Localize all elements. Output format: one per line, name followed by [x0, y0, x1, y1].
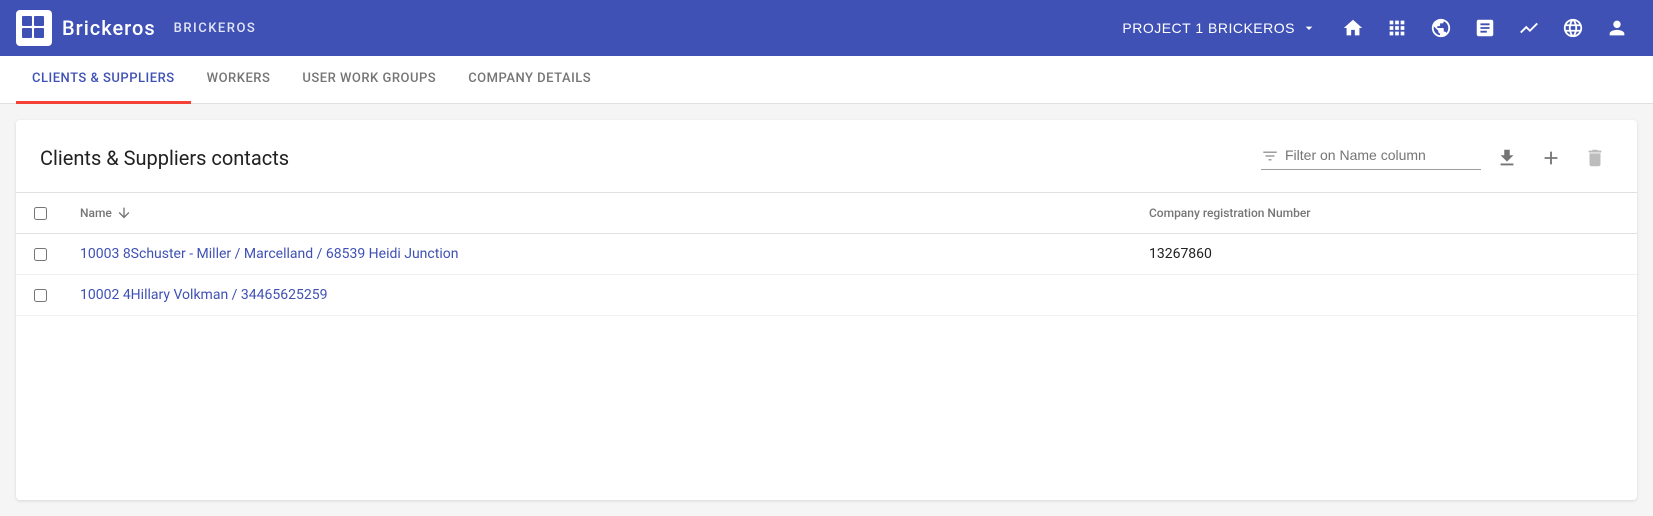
filter-input[interactable]	[1285, 147, 1465, 163]
app-name: BRICKEROS	[174, 21, 257, 36]
row-1-checkbox[interactable]	[34, 248, 47, 261]
logo-text: Brickeros	[62, 16, 156, 40]
tab-clients-suppliers[interactable]: CLIENTS & SUPPLIERS	[16, 56, 191, 104]
table-row: 10003 8Schuster - Miller / Marcelland / …	[16, 234, 1637, 275]
row-1-name[interactable]: 10003 8Schuster - Miller / Marcelland / …	[64, 234, 1133, 275]
project-label: PROJECT 1 BRICKEROS	[1122, 20, 1295, 36]
globe-button[interactable]	[1421, 8, 1461, 48]
project-selector[interactable]: PROJECT 1 BRICKEROS	[1110, 12, 1329, 44]
row-1-crn: 13267860	[1133, 234, 1637, 275]
header-actions	[1261, 140, 1613, 176]
top-navigation: Brickeros BRICKEROS PROJECT 1 BRICKEROS	[0, 0, 1653, 56]
download-button[interactable]	[1489, 140, 1525, 176]
row-2-checkbox-cell	[16, 275, 64, 316]
main-content: Clients & Suppliers contacts	[16, 120, 1637, 500]
add-button[interactable]	[1533, 140, 1569, 176]
row-2-name[interactable]: 10002 4Hillary Volkman / 34465625259	[64, 275, 1133, 316]
content-header: Clients & Suppliers contacts	[16, 120, 1637, 193]
crn-column-header: Company registration Number	[1133, 193, 1637, 234]
filter-wrapper	[1261, 146, 1481, 171]
apps-button[interactable]	[1377, 8, 1417, 48]
tab-user-work-groups[interactable]: USER WORK GROUPS	[286, 56, 452, 104]
language-button[interactable]	[1553, 8, 1593, 48]
sort-icon	[116, 205, 132, 221]
logo-area: Brickeros BRICKEROS	[16, 10, 256, 46]
document-button[interactable]	[1465, 8, 1505, 48]
select-all-checkbox[interactable]	[34, 207, 47, 220]
filter-icon	[1261, 146, 1279, 166]
home-button[interactable]	[1333, 8, 1373, 48]
account-button[interactable]	[1597, 8, 1637, 48]
data-table: Name Company registration Number 10003 8…	[16, 193, 1637, 316]
select-all-header	[16, 193, 64, 234]
tab-workers[interactable]: WORKERS	[191, 56, 287, 104]
page-title: Clients & Suppliers contacts	[40, 146, 1261, 170]
nav-right: PROJECT 1 BRICKEROS	[1110, 8, 1637, 48]
table-body: 10003 8Schuster - Miller / Marcelland / …	[16, 234, 1637, 316]
table-header-row: Name Company registration Number	[16, 193, 1637, 234]
secondary-navigation: CLIENTS & SUPPLIERS WORKERS USER WORK GR…	[0, 56, 1653, 104]
row-2-checkbox[interactable]	[34, 289, 47, 302]
chart-button[interactable]	[1509, 8, 1549, 48]
table-row: 10002 4Hillary Volkman / 34465625259	[16, 275, 1637, 316]
tab-company-details[interactable]: COMPANY DETAILS	[452, 56, 607, 104]
row-2-crn	[1133, 275, 1637, 316]
logo-icon	[16, 10, 52, 46]
delete-button[interactable]	[1577, 140, 1613, 176]
name-column-header[interactable]: Name	[64, 193, 1133, 234]
row-1-checkbox-cell	[16, 234, 64, 275]
